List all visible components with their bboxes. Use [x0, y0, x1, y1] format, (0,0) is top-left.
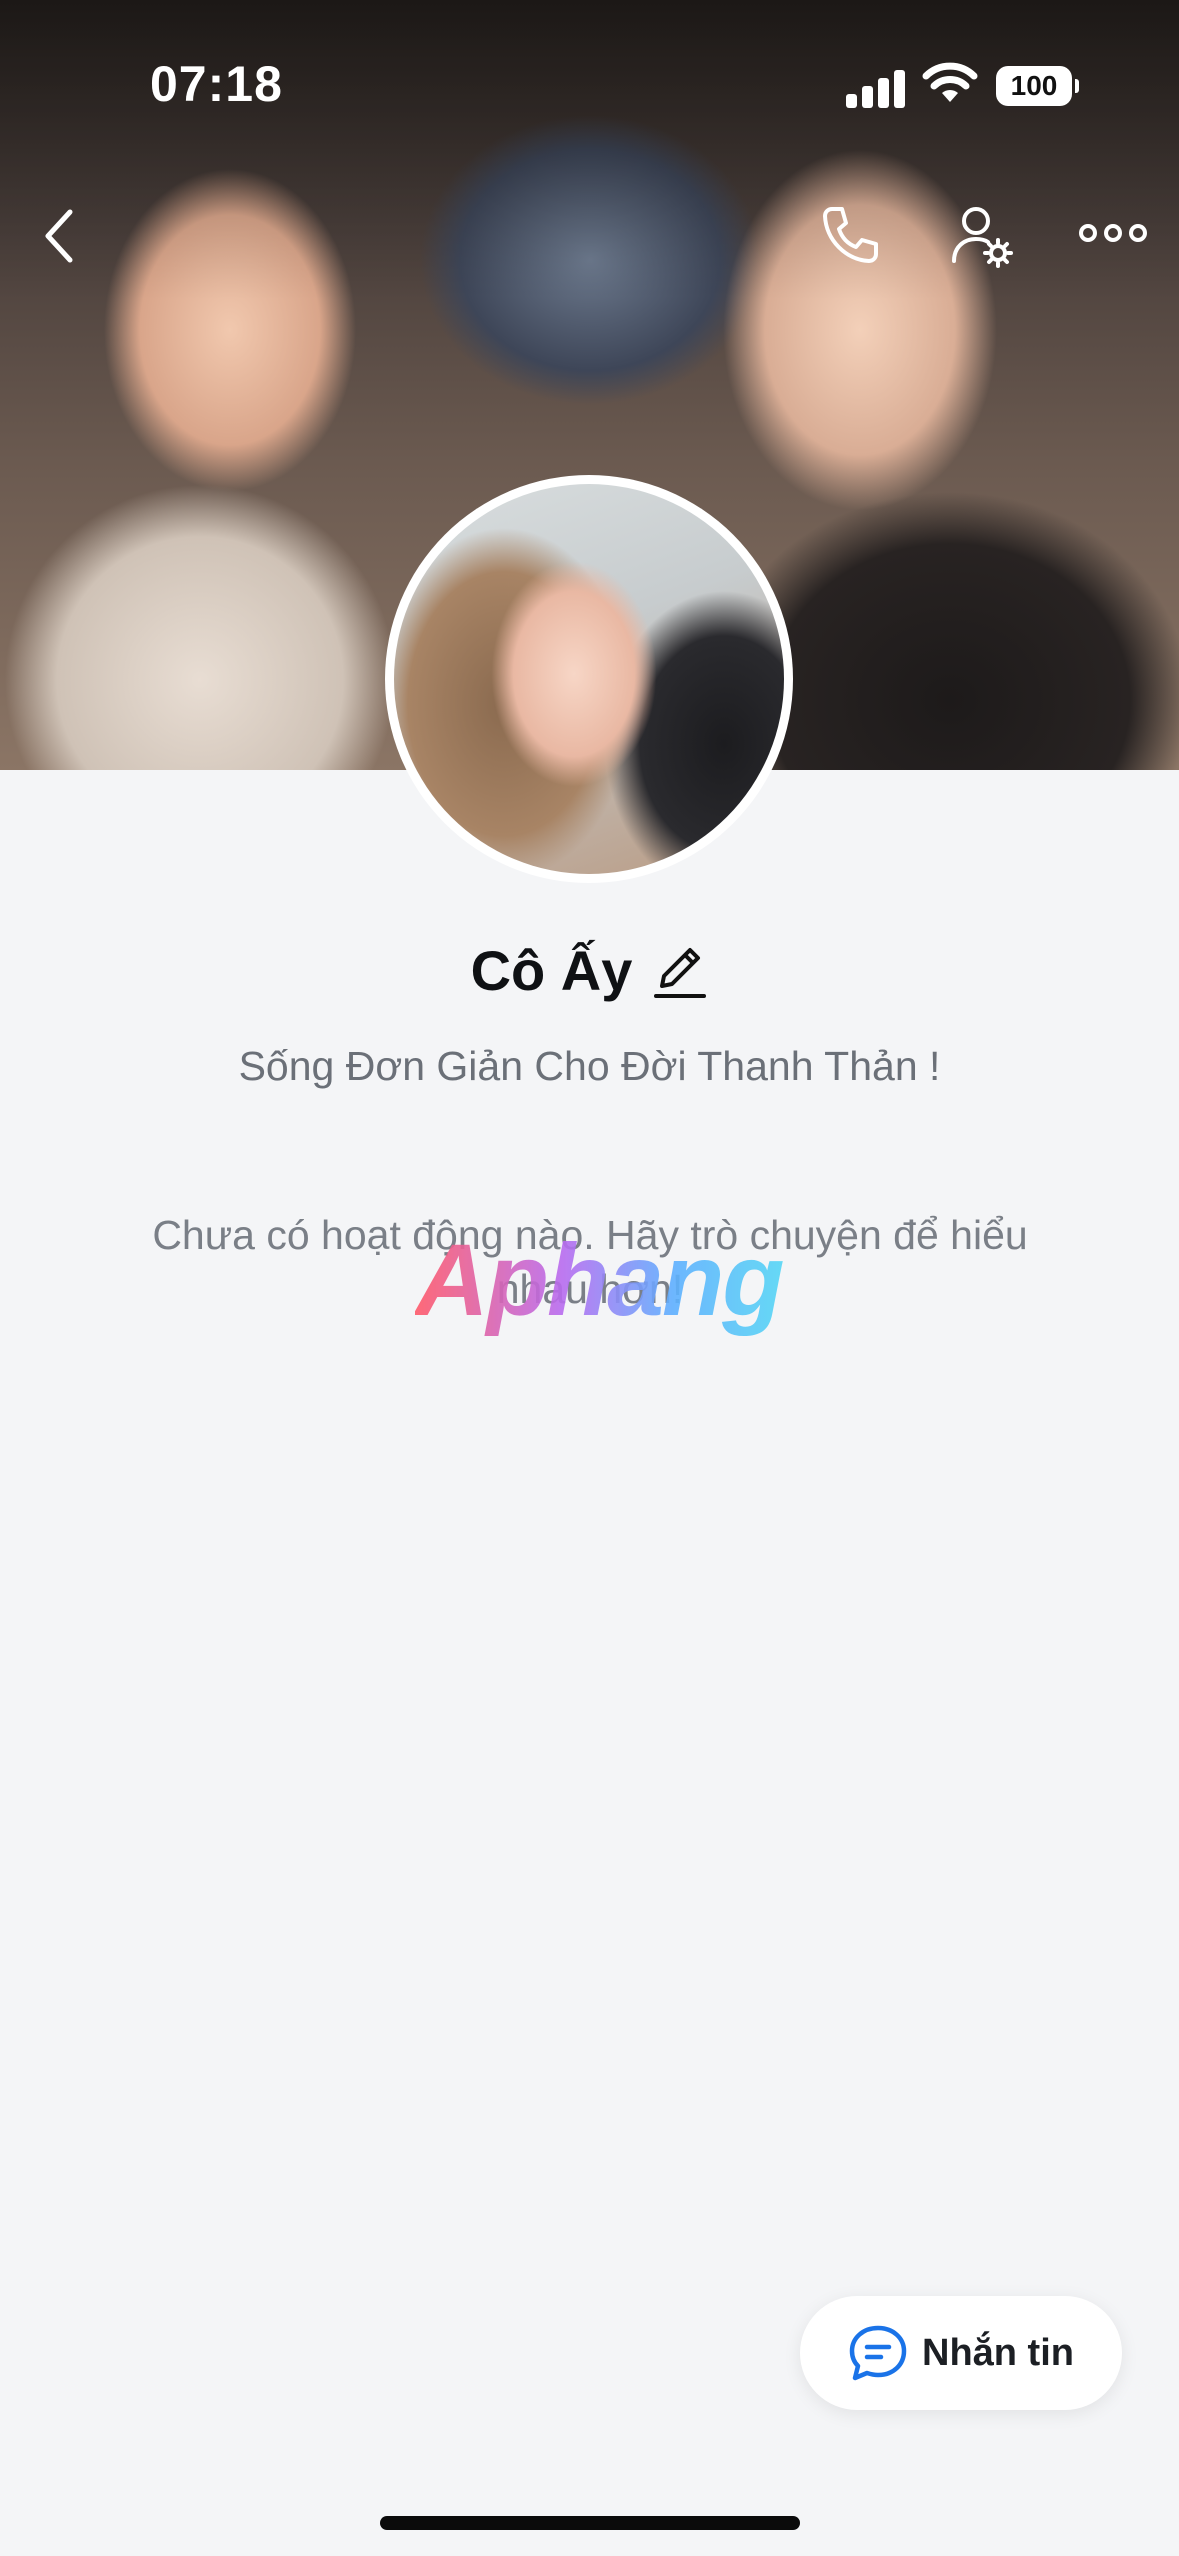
message-button[interactable]: Nhắn tin	[800, 2296, 1122, 2410]
status-bar: 07:18 100	[0, 0, 1179, 170]
cellular-signal-icon	[846, 68, 906, 108]
back-button[interactable]	[40, 208, 80, 264]
home-indicator[interactable]	[380, 2516, 800, 2530]
message-button-label: Nhắn tin	[922, 2331, 1074, 2374]
edit-icon[interactable]	[652, 942, 708, 1000]
chat-bubble-icon	[849, 2325, 907, 2381]
profile-name-row: Cô Ấy	[0, 938, 1179, 1003]
avatar-frame[interactable]	[385, 475, 793, 883]
call-button[interactable]	[818, 203, 882, 267]
battery-indicator: 100	[996, 66, 1079, 106]
more-options-button[interactable]	[1078, 222, 1148, 244]
profile-name: Cô Ấy	[470, 939, 633, 1002]
status-time: 07:18	[150, 56, 283, 112]
wifi-icon	[922, 62, 978, 102]
avatar[interactable]	[394, 484, 784, 874]
profile-status: Sống Đơn Giản Cho Đời Thanh Thản !	[238, 1043, 941, 1089]
watermark-logo: Aphang	[415, 1223, 785, 1337]
profile-settings-button[interactable]	[950, 203, 1014, 269]
